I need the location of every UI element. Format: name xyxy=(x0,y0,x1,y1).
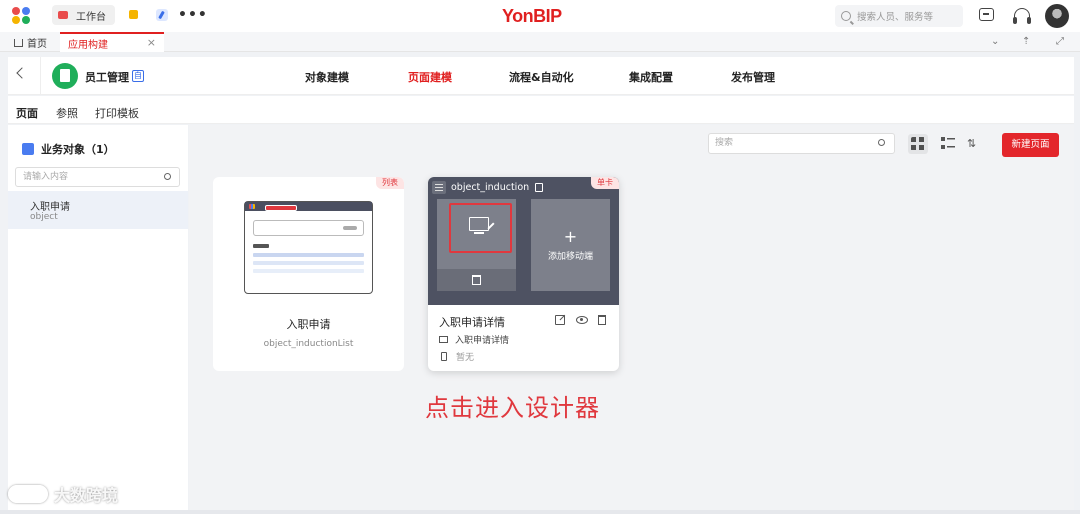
business-object-icon xyxy=(22,143,34,155)
pc-page-tile[interactable] xyxy=(437,199,516,291)
app-name: 员工管理 xyxy=(85,71,129,84)
search-icon xyxy=(164,173,171,180)
list-page-thumbnail xyxy=(244,201,373,294)
close-icon[interactable]: × xyxy=(147,36,156,49)
subtab-print-template[interactable]: 打印模板 xyxy=(95,105,139,121)
add-mobile-tile[interactable]: + 添加移动端 xyxy=(531,199,610,291)
edit-app-icon[interactable] xyxy=(156,9,168,21)
new-page-button[interactable]: 新建页面 xyxy=(1002,133,1059,157)
workbench-label: 工作台 xyxy=(76,11,106,23)
sub-tabs: 页面 参照 打印模板 xyxy=(8,96,1074,128)
fullscreen-icon[interactable]: ⤢ xyxy=(1056,36,1064,47)
card-preview-area: object_induction + 添加移动端 xyxy=(428,177,619,305)
trash-icon[interactable] xyxy=(472,275,481,285)
message-icon[interactable] xyxy=(979,8,994,21)
upload-icon[interactable]: ⇡ xyxy=(1022,36,1030,47)
workbench-tab[interactable]: 工作台 xyxy=(52,5,115,25)
brand-logo: YonBIP xyxy=(502,6,562,26)
mobile-page-row: 暂无 xyxy=(439,350,474,363)
sidebar-title: 业务对象（1） xyxy=(22,141,115,157)
nav-integration-config[interactable]: 集成配置 xyxy=(629,69,673,85)
nav-release-management[interactable]: 发布管理 xyxy=(731,69,775,85)
card-type-badge: 列表 xyxy=(376,177,404,189)
watermark-text: 大数跨境 xyxy=(54,486,119,505)
card-type-badge: 单卡 xyxy=(591,177,619,189)
card-subtitle: object_inductionList xyxy=(263,339,354,349)
card-title: 入职申请 xyxy=(286,318,331,331)
more-icon[interactable]: ••• xyxy=(178,7,208,23)
avatar[interactable] xyxy=(1045,4,1069,28)
list-view-icon[interactable] xyxy=(941,137,955,151)
sidebar-item-name: 入职申请 xyxy=(30,202,70,213)
page-card-list[interactable]: 列表 入职申请 object_inductionList xyxy=(213,177,404,371)
watermark-logo-icon xyxy=(8,485,48,503)
home-icon xyxy=(14,38,23,47)
tab-app-build[interactable]: 应用构建 × xyxy=(60,32,164,52)
watermark: 大数跨境 xyxy=(8,482,118,506)
search-icon xyxy=(841,11,851,21)
nav-process-automation[interactable]: 流程&自动化 xyxy=(509,69,574,85)
add-mobile-label: 添加移动端 xyxy=(547,252,593,262)
annotation-text: 点击进入设计器 xyxy=(425,394,600,422)
pc-page-row: 入职申请详情 xyxy=(439,333,509,346)
global-search-input[interactable]: 搜索人员、服务等 xyxy=(835,5,963,27)
page-card-detail[interactable]: object_induction + 添加移动端 单卡 入职申请详情 入职申请详… xyxy=(428,177,619,371)
desktop-icon xyxy=(439,336,448,343)
monitor-icon xyxy=(469,217,489,234)
headset-icon[interactable] xyxy=(1013,8,1031,24)
search-icon xyxy=(878,139,885,146)
card-header-code: object_induction xyxy=(451,182,530,193)
tab-home-label: 首页 xyxy=(27,39,47,50)
plus-icon: + xyxy=(563,227,578,246)
sort-icon[interactable]: ⇅ xyxy=(967,137,981,151)
sidebar-item-code: object xyxy=(30,212,58,222)
nav-object-modeling[interactable]: 对象建模 xyxy=(305,69,349,85)
mobile-page-name: 暂无 xyxy=(456,353,475,363)
tab-app-build-label: 应用构建 xyxy=(68,39,108,51)
back-icon[interactable] xyxy=(16,67,28,79)
app-type-badge: 自 xyxy=(132,70,144,82)
copy-icon[interactable] xyxy=(535,183,544,192)
app-launcher-icon[interactable] xyxy=(12,7,32,25)
pc-page-name: 入职申请详情 xyxy=(455,336,510,346)
tab-home[interactable]: 首页 xyxy=(14,35,47,50)
mobile-icon xyxy=(441,352,447,361)
card-title: 入职申请详情 xyxy=(439,316,505,329)
chevron-down-icon[interactable]: ⌄ xyxy=(991,36,999,47)
delete-icon[interactable] xyxy=(598,315,606,325)
subtab-pages[interactable]: 页面 xyxy=(16,105,38,128)
page-search-input[interactable]: 搜索 xyxy=(708,133,895,154)
note-icon[interactable] xyxy=(129,10,138,19)
divider xyxy=(40,57,41,95)
sidebar: 业务对象（1） 请输入内容 入职申请 object xyxy=(8,125,188,510)
window-tab-row: 首页 应用构建 × ⌄ ⇡ ⤢ xyxy=(0,32,1080,52)
bottom-strip xyxy=(0,510,1080,514)
main-panel: 搜索 ⇅ 新建页面 列表 入职申请 object_inductionList o… xyxy=(189,125,1074,510)
subtab-reference[interactable]: 参照 xyxy=(56,105,78,121)
app-logo-icon xyxy=(52,63,78,89)
grid-view-icon[interactable] xyxy=(908,134,928,154)
preview-icon[interactable] xyxy=(576,316,588,324)
sidebar-item-induction[interactable]: 入职申请 object xyxy=(8,191,188,229)
menu-icon[interactable] xyxy=(432,181,446,194)
nav-page-modeling[interactable]: 页面建模 xyxy=(408,69,452,85)
sidebar-search-placeholder: 请输入内容 xyxy=(23,172,69,182)
designer-entry-highlight[interactable] xyxy=(449,203,512,253)
page-search-placeholder: 搜索 xyxy=(715,138,734,148)
sidebar-search-input[interactable]: 请输入内容 xyxy=(15,167,180,187)
top-bar: 工作台 ••• YonBIP 搜索人员、服务等 xyxy=(0,0,1080,32)
sidebar-title-text: 业务对象（1） xyxy=(41,143,115,156)
card-header: object_induction xyxy=(432,181,544,194)
workbench-icon xyxy=(58,11,68,19)
app-header: 员工管理 自 对象建模 页面建模 流程&自动化 集成配置 发布管理 xyxy=(8,57,1074,95)
global-search-placeholder: 搜索人员、服务等 xyxy=(857,12,934,23)
pc-tile-delete-row[interactable] xyxy=(437,269,516,291)
edit-icon[interactable] xyxy=(555,315,565,325)
